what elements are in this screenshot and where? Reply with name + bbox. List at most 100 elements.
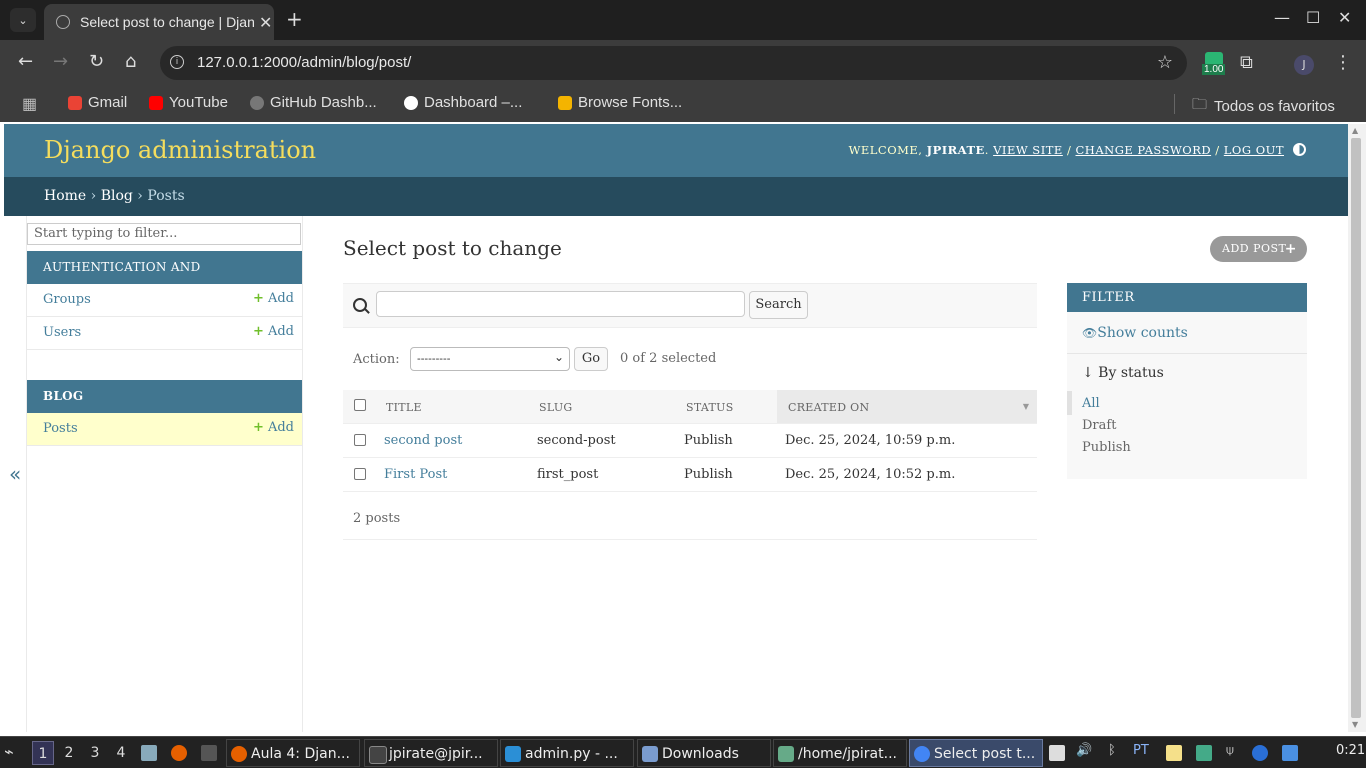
bookmark-dashboard[interactable]: Dashboard –... — [404, 94, 522, 111]
theme-toggle-icon[interactable] — [1293, 143, 1306, 156]
google-fonts-icon — [558, 95, 572, 110]
action-select[interactable]: --------- ⌄ — [410, 347, 570, 371]
keyboard-layout[interactable]: PT — [1133, 743, 1149, 758]
breadcrumb-home[interactable]: Home — [44, 188, 86, 204]
notes-tray-icon[interactable] — [1049, 745, 1065, 761]
notification-icon[interactable] — [1252, 745, 1268, 761]
bluetooth-icon[interactable]: ᛒ — [1108, 743, 1116, 758]
go-button[interactable]: Go — [574, 347, 608, 371]
nav-filter-input[interactable]: Start typing to filter... — [27, 223, 301, 245]
column-header-title[interactable]: TITLE — [386, 401, 422, 414]
admin-header: Django administration WELCOME, JPIRATE. … — [4, 124, 1348, 177]
column-header-status[interactable]: STATUS — [686, 401, 734, 414]
workspace-4[interactable]: 4 — [110, 741, 132, 765]
browser-tab-active[interactable]: Select post to change | Django site admi… — [44, 4, 274, 40]
forward-button[interactable]: → — [53, 52, 68, 72]
filter-option-publish[interactable]: Publish — [1082, 440, 1131, 455]
bookmark-github[interactable]: GitHub Dashb... — [250, 94, 377, 111]
taskbar-app-vscode[interactable]: admin.py - ... — [500, 739, 634, 767]
view-site-link[interactable]: VIEW SITE — [993, 143, 1063, 157]
battery-icon[interactable] — [1196, 745, 1212, 761]
profile-avatar[interactable]: J — [1294, 55, 1314, 75]
post-title-link[interactable]: First Post — [384, 467, 447, 482]
sidebar-item-label[interactable]: Groups — [43, 292, 91, 307]
module-caption[interactable]: BLOG — [27, 380, 302, 413]
bookmark-youtube[interactable]: YouTube — [149, 94, 228, 111]
new-tab-button[interactable]: + — [286, 8, 303, 30]
browser-menu-icon[interactable]: ⋮ — [1334, 52, 1352, 73]
scroll-down-icon[interactable]: ▼ — [1352, 720, 1358, 729]
column-header-created-on[interactable]: CREATED ON — [788, 401, 869, 414]
address-bar[interactable]: i 127.0.0.1:2000/admin/blog/post/ ☆ — [160, 46, 1187, 80]
workspace-3[interactable]: 3 — [84, 741, 106, 765]
youtube-icon — [149, 95, 163, 110]
back-button[interactable]: ← — [18, 52, 33, 72]
site-info-icon[interactable]: i — [170, 55, 184, 69]
taskbar-app-image-viewer[interactable]: /home/jpirat... — [773, 739, 907, 767]
post-title-link[interactable]: second post — [384, 433, 462, 448]
show-counts-link[interactable]: 👁Show counts — [1082, 325, 1188, 341]
scrollbar-thumb[interactable] — [1351, 138, 1361, 718]
maximize-window-button[interactable]: ☐ — [1306, 8, 1320, 27]
browser-tabstrip: ⌄ Select post to change | Django site ad… — [0, 0, 1366, 40]
search-button[interactable]: Search — [749, 291, 808, 319]
taskbar-app-terminal[interactable]: jpirate@jpir... — [364, 739, 498, 767]
select-all-checkbox[interactable] — [354, 399, 366, 411]
volume-icon[interactable]: 🔊 — [1076, 743, 1092, 758]
network-manager-icon[interactable] — [1282, 745, 1298, 761]
module-blog: BLOG Posts + Add — [27, 380, 302, 446]
start-menu-icon[interactable]: ⌁ — [4, 742, 14, 761]
sidebar-item-label[interactable]: Users — [43, 325, 81, 340]
add-post-button[interactable]: ADD POST + — [1210, 236, 1307, 262]
bookmark-gmail[interactable]: Gmail — [68, 94, 127, 111]
firefox-launcher-icon[interactable] — [171, 745, 187, 761]
bookmark-star-icon[interactable]: ☆ — [1157, 52, 1173, 73]
taskbar-app-firefox[interactable]: Aula 4: Djan... — [226, 739, 360, 767]
clipboard-icon[interactable] — [1166, 745, 1182, 761]
row-checkbox[interactable] — [354, 434, 366, 446]
network-icon[interactable]: ⍦ — [1226, 743, 1234, 758]
taskbar-app-chrome[interactable]: Select post t... — [909, 739, 1043, 767]
column-header-slug[interactable]: SLUG — [539, 401, 573, 414]
tab-title: Select post to change | Django site admi… — [80, 14, 255, 30]
page-scrollbar[interactable]: ▲ ▼ — [1348, 124, 1366, 732]
result-list: ▼ TITLE SLUG STATUS CREATED ON second po… — [343, 390, 1037, 492]
workspace-1[interactable]: 1 — [32, 741, 54, 765]
breadcrumb-blog[interactable]: Blog — [101, 188, 133, 204]
table-row: second post second-post Publish Dec. 25,… — [343, 424, 1037, 458]
apps-grid-icon[interactable]: ▦ — [22, 94, 37, 114]
filter-by-status-heading[interactable]: ↓ By status — [1082, 365, 1164, 381]
bookmark-browse-fonts[interactable]: Browse Fonts... — [558, 94, 682, 111]
terminal-launcher-icon[interactable] — [201, 745, 217, 761]
row-checkbox[interactable] — [354, 468, 366, 480]
plus-icon: + — [253, 291, 264, 306]
extensions-puzzle-icon[interactable]: ⧉ — [1240, 52, 1253, 73]
close-tab-icon[interactable]: ✕ — [259, 13, 272, 32]
workspace-2[interactable]: 2 — [58, 741, 80, 765]
filter-option-draft[interactable]: Draft — [1082, 418, 1116, 433]
sort-descending-icon[interactable]: ▼ — [1023, 402, 1029, 411]
extension-icon[interactable]: 1.00 — [1200, 52, 1228, 78]
site-branding[interactable]: Django administration — [44, 136, 316, 164]
all-bookmarks-folder[interactable]: 🗀 Todos os favoritos — [1192, 94, 1335, 119]
home-button[interactable]: ⌂ — [125, 52, 136, 72]
add-group-link[interactable]: + Add — [253, 291, 294, 306]
filter-option-all[interactable]: All — [1082, 396, 1100, 411]
tab-search-button[interactable]: ⌄ — [10, 8, 36, 32]
add-post-link[interactable]: + Add — [253, 420, 294, 435]
selection-counter: 0 of 2 selected — [620, 351, 717, 366]
reload-button[interactable]: ↻ — [89, 52, 104, 72]
scroll-up-icon[interactable]: ▲ — [1352, 126, 1358, 135]
add-user-link[interactable]: + Add — [253, 324, 294, 339]
minimize-window-button[interactable]: — — [1274, 8, 1290, 27]
sidebar-item-label[interactable]: Posts — [43, 421, 78, 436]
log-out-link[interactable]: LOG OUT — [1224, 143, 1284, 157]
change-password-link[interactable]: CHANGE PASSWORD — [1076, 143, 1212, 157]
table-header: ▼ TITLE SLUG STATUS CREATED ON — [343, 390, 1037, 424]
close-window-button[interactable]: ✕ — [1338, 8, 1351, 27]
module-caption[interactable]: AUTHENTICATION AND AUTHORIZATION — [27, 251, 302, 307]
search-input[interactable] — [376, 291, 745, 317]
plus-icon: + — [1284, 241, 1297, 257]
file-manager-launcher-icon[interactable] — [141, 745, 157, 761]
taskbar-app-downloads[interactable]: Downloads — [637, 739, 771, 767]
